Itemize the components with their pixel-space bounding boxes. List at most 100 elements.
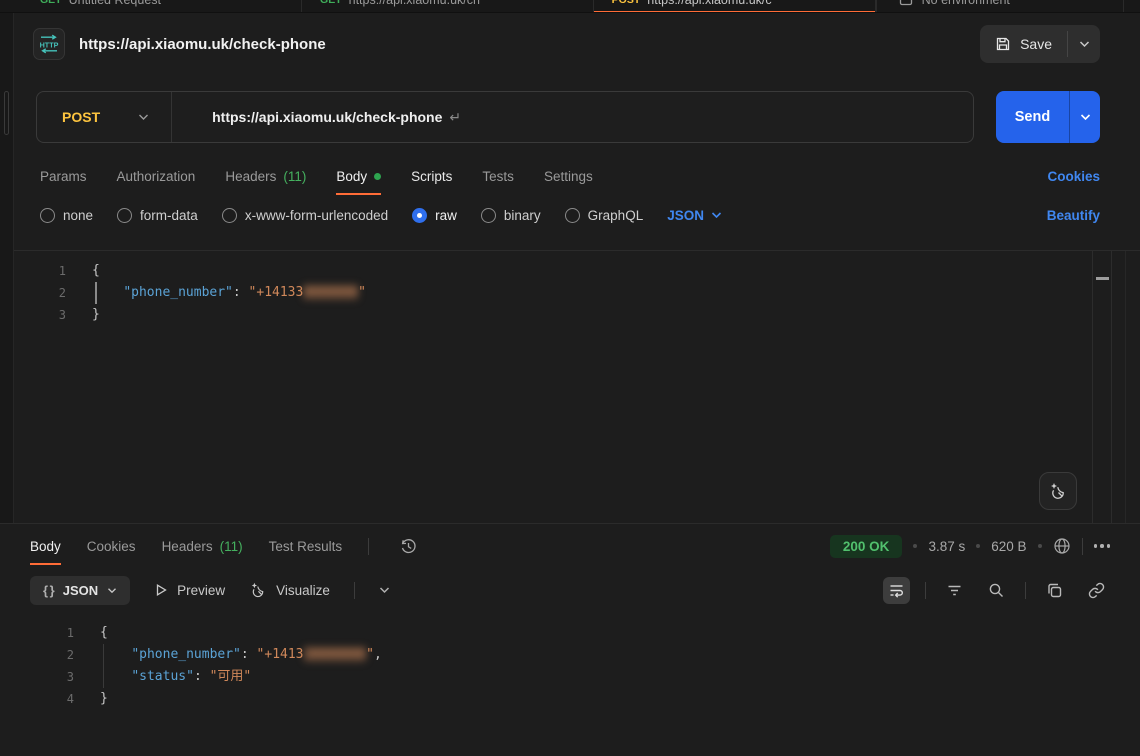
- cookies-link[interactable]: Cookies: [1047, 169, 1100, 184]
- response-tab-label: Headers: [162, 539, 213, 554]
- redacted-value: 0000000: [303, 285, 358, 300]
- code-content: }: [66, 304, 1140, 326]
- body-mode-raw[interactable]: raw: [412, 208, 457, 223]
- response-body-viewer: 1{2 "phone_number": "+141330000000",3 "s…: [0, 612, 1140, 756]
- response-header: Body Cookies Headers(11) Test Results 200 O…: [0, 524, 1140, 568]
- request-tab-label: Body: [336, 169, 367, 184]
- more-views-chevron-icon[interactable]: [379, 586, 390, 594]
- collapsed-sidebar-strip[interactable]: [0, 13, 14, 523]
- code-token: :: [233, 285, 249, 300]
- send-options-button[interactable]: [1069, 91, 1100, 143]
- radio-icon: [565, 208, 580, 223]
- language-chevron-down-icon: [711, 211, 722, 219]
- url-input[interactable]: https://api.xiaomu.uk/check-phone: [172, 109, 442, 125]
- code-content: }: [74, 688, 1140, 710]
- save-button[interactable]: Save: [980, 25, 1067, 63]
- code-line: 3}: [0, 304, 1140, 326]
- visualize-button[interactable]: Visualize: [249, 581, 330, 599]
- minimap-content-mark: [1096, 277, 1109, 280]
- code-token: :: [241, 647, 257, 662]
- code-content: "phone_number": "+141330000000",: [74, 644, 1140, 666]
- request-tab-tests[interactable]: Tests: [482, 157, 514, 195]
- response-format-selector[interactable]: { } JSON: [30, 576, 130, 605]
- code-line: 3 "status": "可用": [0, 666, 1140, 688]
- response-size[interactable]: 620 B: [991, 539, 1026, 554]
- body-mode-none[interactable]: none: [40, 208, 93, 223]
- postbot-button[interactable]: [1039, 472, 1077, 510]
- response-history-icon[interactable]: [399, 537, 418, 556]
- wrap-text-button[interactable]: [883, 577, 910, 604]
- body-mode-label: x-www-form-urlencoded: [245, 208, 388, 223]
- body-mode-form-data[interactable]: form-data: [117, 208, 198, 223]
- request-tab-authorization[interactable]: Authorization: [117, 157, 196, 195]
- format-chevron-down-icon: [107, 587, 117, 594]
- preview-button[interactable]: Preview: [154, 583, 225, 598]
- separator-dot: [913, 544, 917, 548]
- language-label: JSON: [667, 208, 704, 223]
- request-tab-settings[interactable]: Settings: [544, 157, 593, 195]
- search-icon[interactable]: [983, 577, 1010, 604]
- request-tab-scripts[interactable]: Scripts: [411, 157, 452, 195]
- code-content: "phone_number": "+141330000000": [66, 282, 1140, 304]
- sparkle-moon-icon: [249, 581, 267, 599]
- line-number: 3: [0, 670, 74, 684]
- save-options-button[interactable]: [1068, 25, 1100, 63]
- braces-icon: { }: [43, 583, 54, 598]
- tab-title: https://api.xiaomu.uk/ch: [349, 0, 480, 7]
- editor-minimap[interactable]: [1092, 251, 1112, 523]
- request-tab-headers[interactable]: Headers(11): [225, 157, 306, 195]
- response-tab-cookies[interactable]: Cookies: [87, 527, 136, 565]
- request-tab-params[interactable]: Params: [40, 157, 87, 195]
- radio-icon: [117, 208, 132, 223]
- network-globe-icon[interactable]: [1053, 537, 1071, 555]
- link-icon[interactable]: [1083, 577, 1110, 604]
- floppy-icon: [995, 36, 1011, 52]
- language-selector[interactable]: JSON: [667, 208, 722, 223]
- request-title: https://api.xiaomu.uk/check-phone: [79, 36, 326, 53]
- body-mode-x-www-form-urlencoded[interactable]: x-www-form-urlencoded: [222, 208, 388, 223]
- code-line: 2 "phone_number": "+141330000000",: [0, 644, 1140, 666]
- request-body-editor[interactable]: 1{2 "phone_number": "+141330000000"3}: [0, 250, 1140, 523]
- workspace-tab-https-api-xiaomu-uk-c[interactable]: POSThttps://api.xiaomu.uk/c: [594, 0, 876, 13]
- icons-divider: [1025, 582, 1026, 599]
- method-chevron-down-icon[interactable]: [138, 113, 149, 121]
- workspace-tab-https-api-xiaomu-uk-ch[interactable]: GEThttps://api.xiaomu.uk/ch: [302, 0, 594, 13]
- code-token: "+14133: [249, 285, 304, 300]
- response-tab-body[interactable]: Body: [30, 527, 61, 565]
- response-tab-label: Cookies: [87, 539, 136, 554]
- response-tab-label: Body: [30, 539, 61, 554]
- response-time[interactable]: 3.87 s: [928, 539, 965, 554]
- workspace-tab-untitled-request[interactable]: GETUntitled Request: [0, 0, 302, 13]
- body-mode-binary[interactable]: binary: [481, 208, 541, 223]
- copy-icon[interactable]: [1041, 577, 1068, 604]
- filter-icon[interactable]: [941, 577, 968, 604]
- request-body-code[interactable]: 1{2 "phone_number": "+141330000000"3}: [0, 260, 1140, 326]
- code-token: "phone_number": [123, 285, 233, 300]
- request-tab-label: Settings: [544, 169, 593, 184]
- code-token: {: [92, 263, 100, 278]
- more-options-icon[interactable]: [1094, 544, 1111, 548]
- send-button[interactable]: Send: [996, 91, 1069, 143]
- unsaved-changes-dot: [374, 173, 381, 180]
- beautify-link[interactable]: Beautify: [1047, 208, 1100, 223]
- code-content: {: [74, 622, 1140, 644]
- sidebar-drag-handle[interactable]: [4, 91, 9, 135]
- top-tab-bar: GETUntitled RequestGEThttps://api.xiaomu…: [0, 0, 1140, 13]
- line-number: 2: [0, 648, 74, 662]
- code-token: }: [100, 691, 108, 706]
- response-tab-test-results[interactable]: Test Results: [269, 527, 343, 565]
- environment-selector[interactable]: No environment: [876, 0, 1124, 13]
- request-tab-body[interactable]: Body: [336, 157, 381, 195]
- icons-divider: [925, 582, 926, 599]
- response-tab-headers[interactable]: Headers(11): [162, 527, 243, 565]
- status-badge[interactable]: 200 OK: [830, 535, 903, 558]
- code-token: "+1413: [257, 647, 304, 662]
- tab-method-label: POST: [612, 0, 641, 6]
- url-row: POST https://api.xiaomu.uk/check-phone ↵…: [36, 91, 1100, 143]
- editor-scrollbar-track[interactable]: [1125, 251, 1126, 523]
- code-content: {: [66, 260, 1140, 282]
- method-selector[interactable]: POST: [37, 109, 100, 125]
- response-section: Body Cookies Headers(11) Test Results 200 O…: [0, 523, 1140, 756]
- enter-key-glyph: ↵: [449, 109, 461, 126]
- body-mode-graphql[interactable]: GraphQL: [565, 208, 644, 223]
